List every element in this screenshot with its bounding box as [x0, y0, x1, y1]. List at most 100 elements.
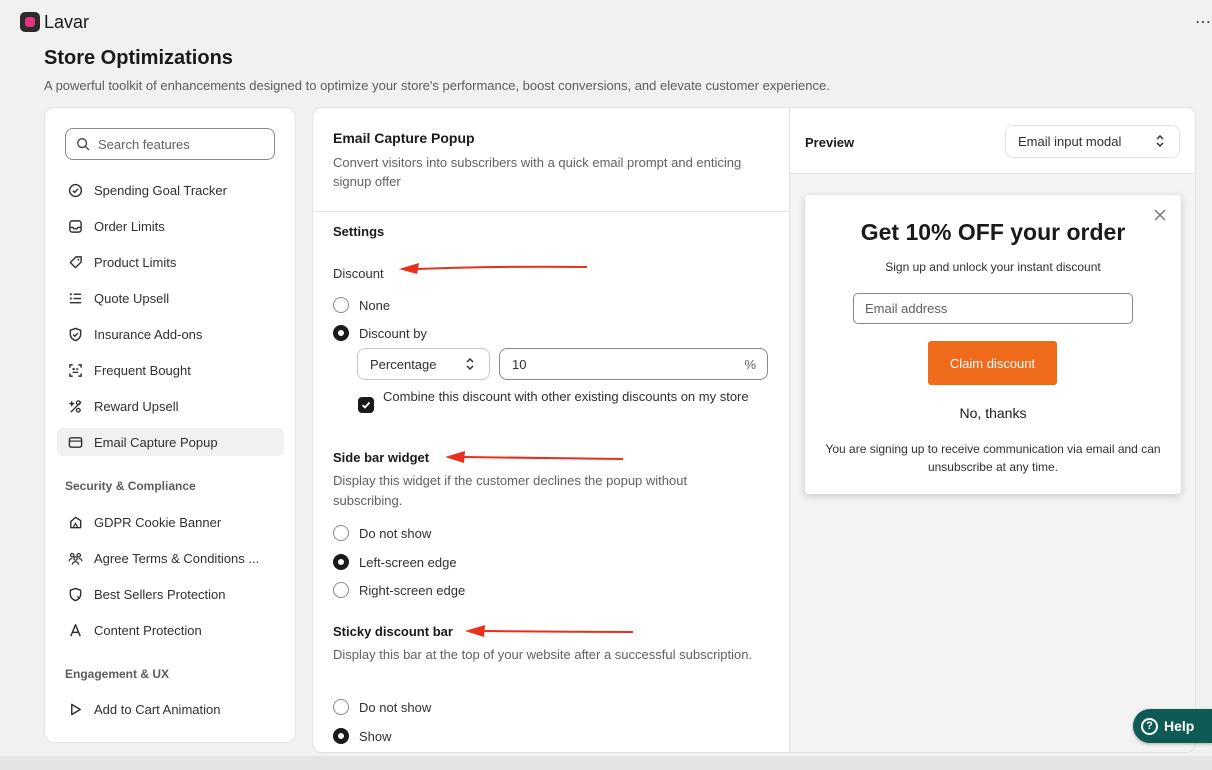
radio-button[interactable] [333, 325, 349, 341]
shield-icon [67, 586, 83, 602]
annotation-arrow [399, 263, 588, 274]
sidebar-item-label: Order Limits [94, 218, 165, 234]
sidebar-item-label: Spending Goal Tracker [94, 182, 227, 198]
app-header: Lavar ⋯ [0, 0, 1212, 44]
sidebar-item-spending-goal-tracker[interactable]: Spending Goal Tracker [57, 176, 284, 204]
settings-heading: Settings [333, 224, 385, 239]
cookie-icon [67, 514, 83, 530]
sidebar-item-reward-upsell[interactable]: Reward Upsell [57, 392, 284, 420]
email-field[interactable]: Email address [853, 293, 1133, 324]
preview-column: Preview Email input modal Get 10% OFF yo… [789, 108, 1195, 752]
sidebar-item-label: Add to Cart Animation [94, 701, 221, 717]
sidebar-item-best-sellers-protection[interactable]: Best Sellers Protection [57, 580, 284, 608]
sidebar-item-insurance-add-ons[interactable]: Insurance Add-ons [57, 320, 284, 348]
sidebar-item-product-limits[interactable]: Product Limits [57, 248, 284, 276]
combine-discount-checkbox[interactable] [358, 397, 374, 413]
sidebar-item-add-to-cart-animation[interactable]: Add to Cart Animation [57, 695, 284, 723]
sticky-bar-label: Sticky discount bar [333, 624, 453, 639]
sidebar-item-frequent-bought[interactable]: Frequent Bought [57, 356, 284, 384]
feature-panel: Email Capture Popup Convert visitors int… [312, 107, 1196, 753]
feature-title: Email Capture Popup [333, 130, 475, 146]
sparkle-icon [67, 398, 83, 414]
annotation-arrow [465, 625, 634, 637]
inbox-icon [67, 218, 83, 234]
radio-button[interactable] [333, 297, 349, 313]
list-icon [67, 290, 83, 306]
radio-button[interactable] [333, 554, 349, 570]
bottom-strip [0, 756, 1212, 770]
radio-widget-left-edge[interactable]: Left-screen edge [333, 554, 457, 570]
popup-legal-text: You are signing up to receive communicat… [825, 442, 1161, 474]
more-actions-icon[interactable]: ⋯ [1195, 12, 1211, 32]
search-input[interactable] [98, 136, 268, 152]
discount-type-select[interactable]: Percentage [357, 348, 490, 380]
amount-value: 10 [512, 356, 527, 372]
select-chevron-icon [466, 357, 474, 371]
help-label: Help [1164, 718, 1195, 734]
preview-label: Preview [805, 135, 855, 150]
sidebar-item-agree-terms[interactable]: Agree Terms & Conditions ... [57, 544, 284, 572]
select-chevron-icon [1156, 134, 1164, 148]
annotation-arrow [445, 451, 624, 463]
sidebar-item-order-limits[interactable]: Order Limits [57, 212, 284, 240]
radio-label: Discount by [359, 325, 427, 341]
sidebar-item-label: Email Capture Popup [94, 434, 218, 450]
preview-header: Preview Email input modal [790, 108, 1195, 174]
radio-discount-none[interactable]: None [333, 297, 390, 313]
question-icon: ? [1141, 717, 1158, 735]
checkmark-icon [361, 401, 371, 409]
sidebar-item-quote-upsell[interactable]: Quote Upsell [57, 284, 284, 312]
radio-label: Do not show [359, 699, 432, 715]
sidebar-item-label: Agree Terms & Conditions ... [94, 550, 260, 566]
radio-button[interactable] [333, 699, 349, 715]
settings-column: Email Capture Popup Convert visitors int… [313, 108, 789, 752]
popup-subtitle: Sign up and unlock your instant discount [885, 260, 1101, 274]
shield-check-icon [67, 326, 83, 342]
scan-icon [67, 362, 83, 378]
percent-suffix: % [744, 357, 756, 372]
no-thanks-link[interactable]: No, thanks [805, 405, 1181, 421]
preview-mode-select[interactable]: Email input modal [1005, 125, 1180, 158]
check-circle-icon [67, 182, 83, 198]
sidebar-item-label: Insurance Add-ons [94, 326, 203, 342]
section-engagement-ux: Engagement & UX [65, 667, 170, 681]
radio-label: Right-screen edge [359, 582, 466, 598]
app-logo [20, 12, 40, 32]
sidebar-item-label: Reward Upsell [94, 398, 179, 414]
page-title: Store Optimizations [44, 47, 233, 69]
popup-title: Get 10% OFF your order [860, 219, 1126, 245]
help-button[interactable]: ? Help [1133, 709, 1212, 743]
search-field[interactable] [65, 128, 275, 160]
sidebar-item-email-capture-popup[interactable]: Email Capture Popup [57, 428, 284, 456]
sidebar-item-label: Product Limits [94, 254, 177, 270]
discount-label: Discount [333, 266, 384, 281]
combine-discount-label: Combine this discount with other existin… [383, 389, 749, 404]
radio-label: Left-screen edge [359, 554, 457, 570]
radio-widget-right-edge[interactable]: Right-screen edge [333, 582, 465, 598]
email-icon [67, 434, 83, 450]
radio-button[interactable] [333, 582, 349, 598]
radio-widget-do-not-show[interactable]: Do not show [333, 525, 431, 541]
radio-sticky-do-not-show[interactable]: Do not show [333, 699, 431, 715]
radio-button[interactable] [333, 525, 349, 541]
text-icon [67, 622, 83, 638]
sidebar-item-label: GDPR Cookie Banner [94, 514, 222, 530]
radio-discount-by[interactable]: Discount by [333, 325, 427, 341]
sidebar-widget-help: Display this widget if the customer decl… [333, 473, 688, 508]
sidebar-item-gdpr-cookie-banner[interactable]: GDPR Cookie Banner [57, 508, 284, 536]
discount-amount-field[interactable]: 10 % [499, 348, 768, 380]
sidebar-widget-label: Side bar widget [333, 450, 430, 465]
sidebar-item-label: Best Sellers Protection [94, 586, 226, 602]
play-icon [67, 701, 83, 717]
select-value: Email input modal [1018, 134, 1122, 149]
sidebar-item-label: Frequent Bought [94, 362, 191, 378]
radio-sticky-show[interactable]: Show [333, 728, 392, 744]
sidebar-item-content-protection[interactable]: Content Protection [57, 616, 284, 644]
sidebar-item-label: Quote Upsell [94, 290, 170, 306]
section-security-compliance: Security & Compliance [65, 479, 196, 493]
search-icon [77, 138, 90, 151]
radio-label: Do not show [359, 525, 432, 541]
radio-label: None [359, 297, 391, 313]
claim-discount-button[interactable]: Claim discount [928, 341, 1057, 385]
radio-button[interactable] [333, 728, 349, 744]
